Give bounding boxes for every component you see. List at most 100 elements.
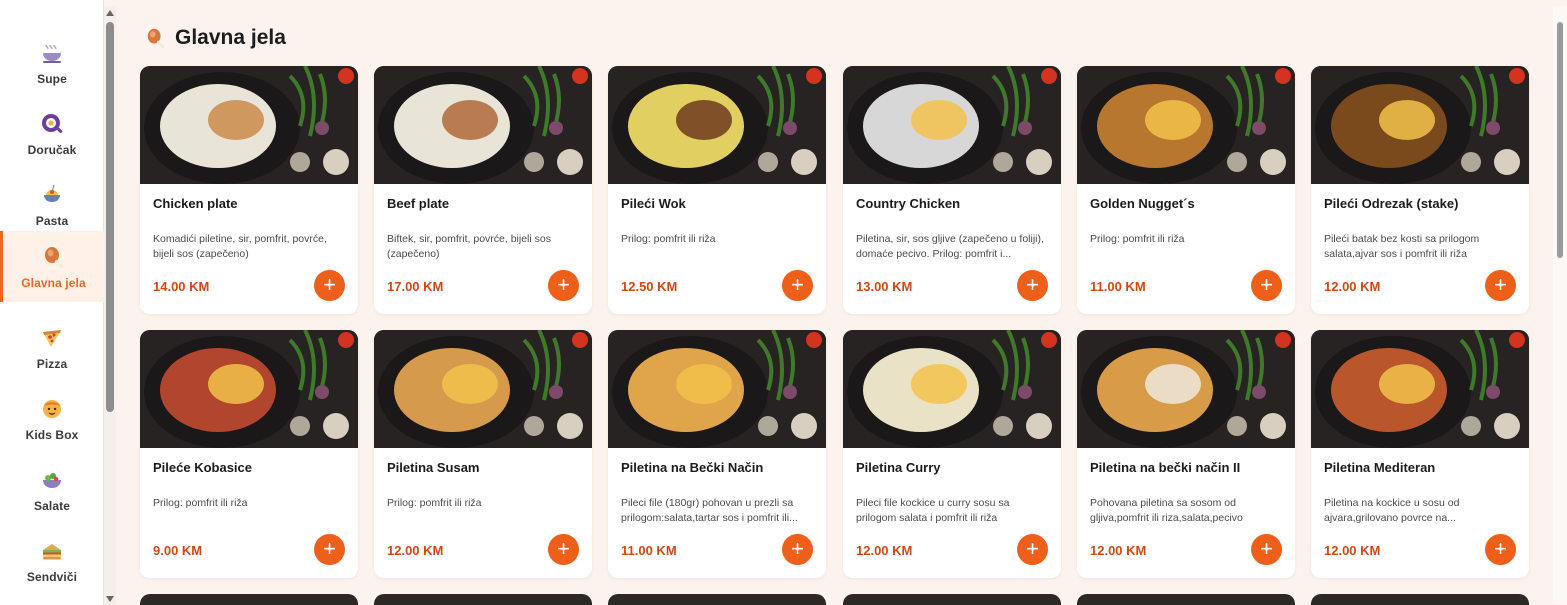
food-image — [140, 66, 358, 184]
item-description: Pohovana piletina sa sosom od gljiva,pom… — [1090, 497, 1243, 524]
item-name: Country Chicken — [856, 196, 961, 211]
page-scrollbar[interactable] — [1553, 6, 1567, 604]
pasta-icon — [39, 182, 65, 208]
scroll-up-icon[interactable] — [106, 10, 114, 16]
item-description: Biftek, sir, pomfrit, povrće, bijeli sos… — [387, 233, 551, 260]
add-to-cart-button[interactable]: + — [1017, 534, 1048, 565]
item-price: 12.00 KM — [1090, 543, 1147, 558]
scroll-down-icon[interactable] — [106, 596, 114, 602]
add-to-cart-button[interactable]: + — [782, 270, 813, 301]
item-name: Beef plate — [387, 196, 450, 211]
add-to-cart-button[interactable]: + — [314, 270, 345, 301]
item-name: Piletina Mediteran — [1324, 460, 1436, 475]
sidebar-item-kids-box[interactable]: Kids Box — [0, 384, 104, 454]
menu-card[interactable]: Pileći Wok Prilog: pomfrit ili riža 12.50 … — [608, 66, 826, 314]
food-image — [1077, 330, 1295, 448]
breakfast-icon — [39, 111, 65, 137]
category-sidebar: Supe Doručak Pasta Glavna jela Pizza Kid… — [0, 0, 104, 605]
sidebar-scrollbar[interactable] — [104, 6, 116, 604]
menu-card[interactable]: Pileće Kobasice Prilog: pomfrit ili riža 9… — [140, 330, 358, 578]
food-image — [843, 330, 1061, 448]
sidebar-item-label: Kids Box — [25, 428, 79, 442]
chicken-leg-icon — [41, 244, 67, 270]
item-name: Piletina na bečki način II — [1090, 460, 1241, 475]
item-price: 13.00 KM — [856, 279, 913, 294]
sidebar-item-glavna-jela[interactable]: Glavna jela — [0, 231, 104, 302]
menu-card[interactable]: Beef plate Biftek, sir, pomfrit, povrće, … — [374, 66, 592, 314]
sidebar-item-label: Supe — [37, 72, 67, 86]
add-to-cart-button[interactable]: + — [1251, 534, 1282, 565]
section-header: Glavna jela — [145, 26, 286, 50]
add-to-cart-button[interactable]: + — [548, 270, 579, 301]
menu-card[interactable]: Piletina na Bečki Način Pileci file (180g… — [608, 330, 826, 578]
sidebar-item-pasta[interactable]: Pasta — [0, 170, 104, 240]
item-price: 12.00 KM — [1324, 543, 1381, 558]
kids-box-icon — [39, 396, 65, 422]
sidebar-item-label: Pasta — [35, 214, 69, 228]
item-price: 11.00 KM — [621, 543, 677, 558]
sidebar-item-label: Glavna jela — [21, 275, 86, 290]
menu-card-partial — [374, 594, 592, 605]
food-image — [374, 66, 592, 184]
food-image — [608, 66, 826, 184]
item-name: Pileće Kobasice — [153, 460, 252, 475]
food-image — [374, 330, 592, 448]
sidebar-item-label: Sendviči — [26, 570, 78, 584]
menu-card[interactable]: Piletina Susam Prilog: pomfrit ili riža 12… — [374, 330, 592, 578]
add-to-cart-button[interactable]: + — [1485, 534, 1516, 565]
sidebar-item-supe[interactable]: Supe — [0, 28, 104, 98]
item-description: Pileci file (180gr) pohovan u prezli sa … — [621, 497, 798, 524]
chicken-leg-icon — [145, 26, 167, 50]
item-price: 12.00 KM — [856, 543, 913, 558]
item-name: Piletina Curry — [856, 460, 941, 475]
menu-card-partial — [1077, 594, 1295, 605]
item-price: 17.00 KM — [387, 279, 444, 294]
item-description: Pileci file kockice u curry sosu sa pril… — [856, 497, 1010, 524]
item-description: Piletina, sir, sos gljive (zapečeno u fo… — [856, 233, 1044, 260]
sidebar-item-label: Salate — [34, 499, 70, 513]
menu-card-partial — [843, 594, 1061, 605]
item-description: Komadići piletine, sir, pomfrit, povrće,… — [153, 233, 327, 260]
item-price: 14.00 KM — [153, 279, 210, 294]
menu-card[interactable]: Golden Nugget´s Prilog: pomfrit ili riža 1… — [1077, 66, 1295, 314]
soup-bowl-icon — [39, 40, 65, 66]
food-image — [1311, 66, 1529, 184]
sidebar-item-label: Pizza — [36, 357, 68, 371]
add-to-cart-button[interactable]: + — [1485, 270, 1516, 301]
menu-card[interactable]: Piletina Mediteran Piletina na kockice u … — [1311, 330, 1529, 578]
item-name: Pileći Wok — [621, 196, 686, 211]
food-image — [1311, 330, 1529, 448]
menu-card-partial — [608, 594, 826, 605]
pizza-slice-icon — [39, 325, 65, 351]
food-image — [608, 330, 826, 448]
menu-card[interactable]: Piletina Curry Pileci file kockice u curr… — [843, 330, 1061, 578]
item-description: Prilog: pomfrit ili riža — [621, 233, 716, 245]
add-to-cart-button[interactable]: + — [314, 534, 345, 565]
item-description: Pileći batak bez kosti sa prilogom salat… — [1324, 233, 1480, 260]
item-name: Piletina na Bečki Način — [621, 460, 764, 475]
item-description: Prilog: pomfrit ili riža — [387, 497, 482, 509]
add-to-cart-button[interactable]: + — [782, 534, 813, 565]
item-price: 12.00 KM — [387, 543, 444, 558]
sidebar-scrollbar-thumb[interactable] — [106, 22, 114, 412]
menu-card[interactable]: Piletina na bečki način II Pohovana pilet… — [1077, 330, 1295, 578]
food-image — [1077, 66, 1295, 184]
menu-card[interactable]: Chicken plate Komadići piletine, sir, pom… — [140, 66, 358, 314]
menu-card[interactable]: Pileći Odrezak (stake) Pileći batak bez k… — [1311, 66, 1529, 314]
menu-card-partial — [1311, 594, 1529, 605]
add-to-cart-button[interactable]: + — [1251, 270, 1282, 301]
menu-card[interactable]: Country Chicken Piletina, sir, sos gljive… — [843, 66, 1061, 314]
add-to-cart-button[interactable]: + — [548, 534, 579, 565]
sidebar-item-pizza[interactable]: Pizza — [0, 313, 104, 383]
item-name: Pileći Odrezak (stake) — [1324, 196, 1459, 211]
food-image — [843, 66, 1061, 184]
add-to-cart-button[interactable]: + — [1017, 270, 1048, 301]
sidebar-item-salate[interactable]: Salate — [0, 455, 104, 525]
sidebar-item-sendvici[interactable]: Sendviči — [0, 526, 104, 596]
food-image — [140, 330, 358, 448]
page-scrollbar-thumb[interactable] — [1557, 22, 1563, 258]
item-price: 12.00 KM — [1324, 279, 1381, 294]
sidebar-item-dorucak[interactable]: Doručak — [0, 99, 104, 169]
item-price: 12.50 KM — [621, 279, 678, 294]
salad-icon — [39, 467, 65, 493]
